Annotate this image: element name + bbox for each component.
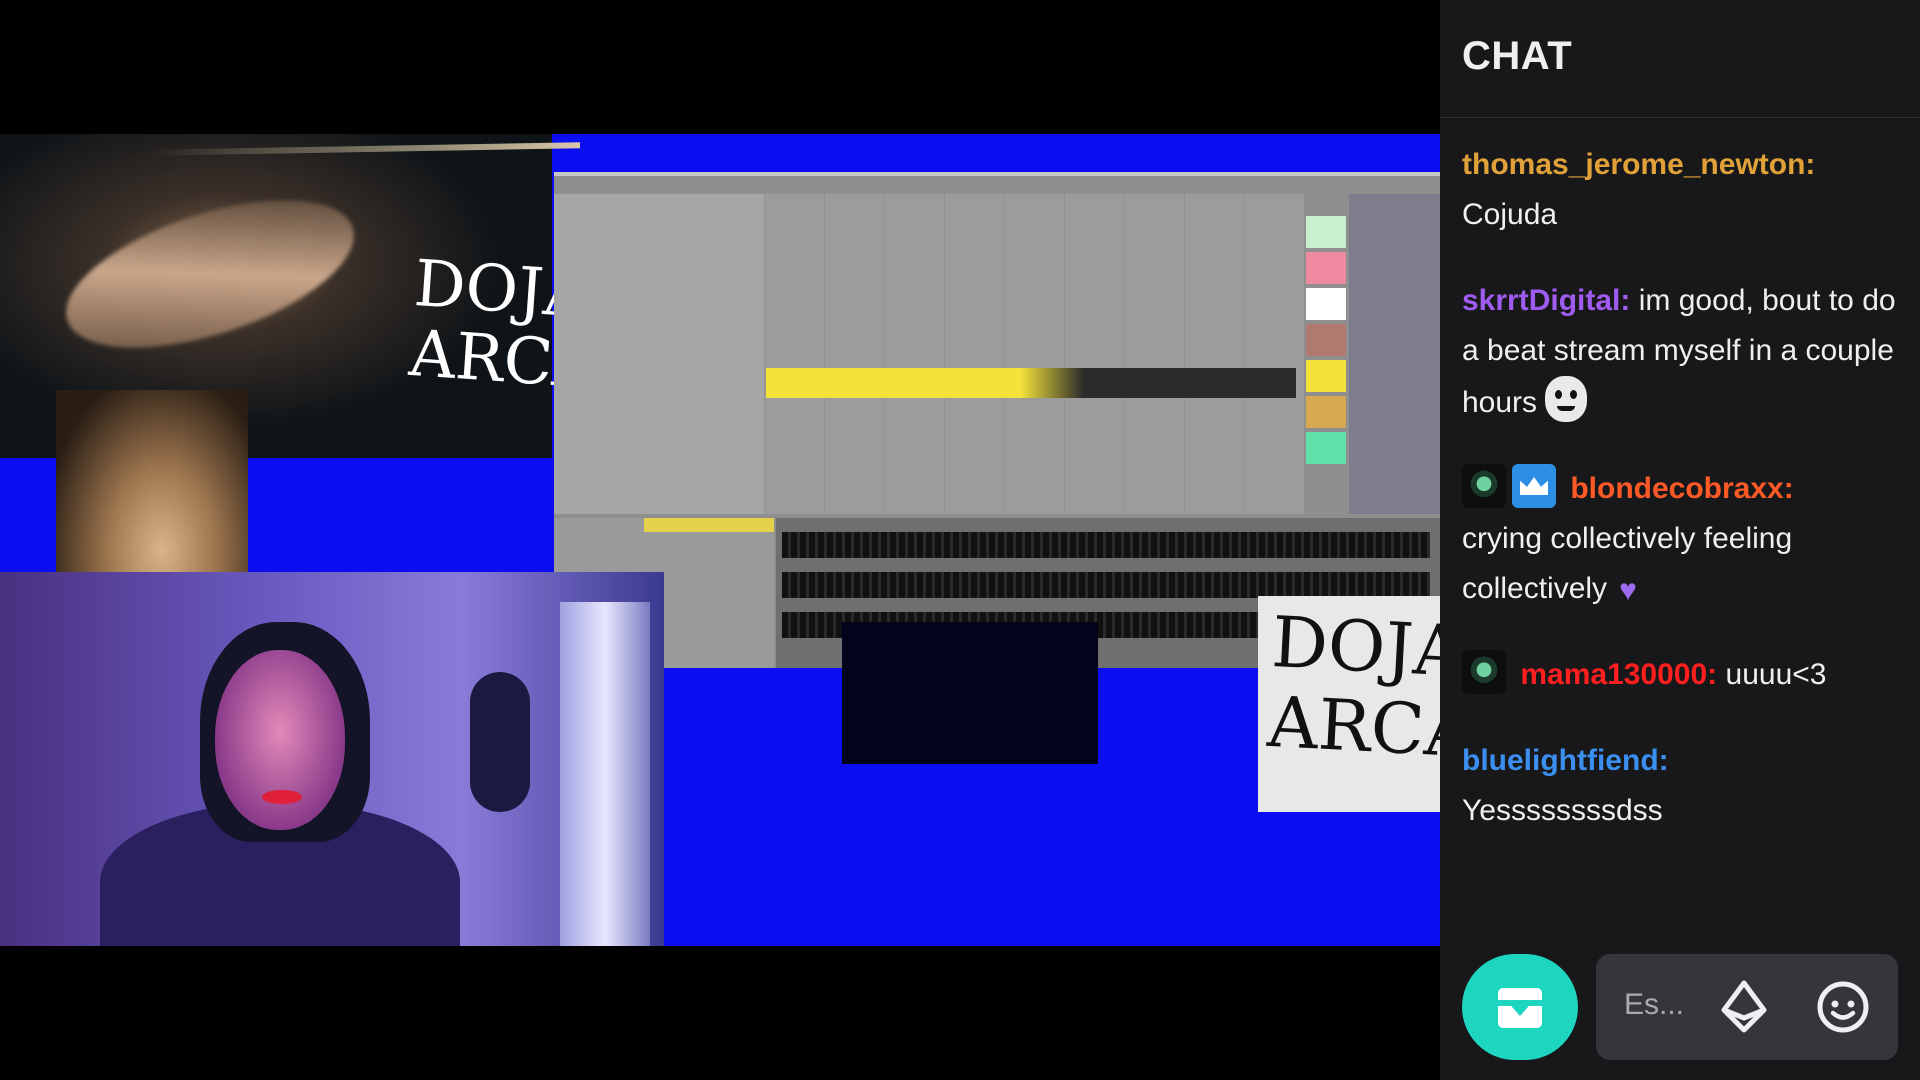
daw-audio-clip — [766, 368, 1296, 398]
chat-username[interactable]: thomas_jerome_newton: — [1462, 148, 1815, 181]
bits-diamond-icon[interactable] — [1720, 980, 1768, 1034]
chat-message: thomas_jerome_newton: Cojuda — [1462, 140, 1898, 240]
smiley-icon[interactable] — [1816, 980, 1870, 1034]
chat-username[interactable]: skrrtDigital: — [1462, 284, 1630, 317]
handwritten-logo-bottom: DOJA ARCA — [1258, 596, 1440, 812]
chat-input-row: Es... — [1462, 954, 1898, 1060]
chat-input[interactable]: Es... — [1596, 954, 1898, 1060]
light-streak — [149, 142, 581, 156]
webcam-feed — [0, 572, 664, 946]
video-player[interactable]: DOJA ARCA DOJA ARCA — [0, 0, 1440, 1080]
chat-message-text: uuuu<3 — [1725, 658, 1827, 691]
daw-mixer — [1349, 194, 1440, 514]
chat-message-text: Cojuda — [1462, 198, 1558, 231]
black-panel — [842, 622, 1098, 764]
chat-title: CHAT — [1462, 34, 1573, 78]
inbox-tray-icon — [1498, 988, 1542, 1028]
mask-badge-icon[interactable] — [1462, 650, 1506, 694]
handwritten-logo-top: DOJA ARCA — [406, 247, 602, 404]
photo-figure — [48, 170, 372, 378]
inbox-tray-button[interactable] — [1462, 954, 1578, 1060]
daw-arrangement-view — [764, 194, 1304, 514]
daw-window — [554, 172, 1440, 668]
chat-message: mama130000: uuuu<3 — [1462, 650, 1898, 700]
chat-message: bluelightfiend: Yessssssssdss — [1462, 736, 1898, 836]
chat-username[interactable]: mama130000: — [1520, 658, 1717, 691]
daw-browser-panel — [554, 194, 764, 514]
chat-input-placeholder: Es... — [1624, 988, 1685, 1021]
crown-badge-icon[interactable] — [1512, 464, 1556, 508]
chat-message: skrrtDigital: im good, bout to do a beat… — [1462, 276, 1898, 428]
face-emote — [1545, 376, 1588, 422]
chat-message: blondecobraxx: crying collectively feeli… — [1462, 464, 1898, 614]
chat-messages: thomas_jerome_newton: Cojuda skrrtDigita… — [1440, 118, 1920, 836]
daw-clip-slots — [1306, 216, 1346, 476]
chat-username[interactable]: bluelightfiend: — [1462, 744, 1669, 777]
purple-heart-emote: ♥ — [1619, 574, 1637, 607]
chat-message-text: Yessssssssdss — [1462, 794, 1663, 827]
chat-header: CHAT — [1440, 0, 1920, 118]
microphone — [470, 672, 530, 812]
stream-content: DOJA ARCA DOJA ARCA — [0, 134, 1440, 946]
mask-badge-icon[interactable] — [1462, 464, 1506, 508]
chat-username[interactable]: blondecobraxx: — [1570, 472, 1793, 505]
chat-panel: CHAT thomas_jerome_newton: Cojuda skrrtD… — [1440, 0, 1920, 1080]
